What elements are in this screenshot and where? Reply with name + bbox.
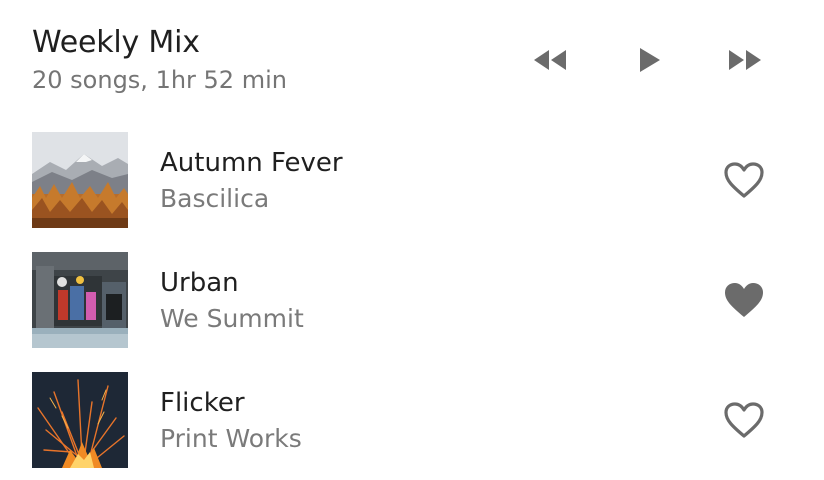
play-icon: [640, 48, 660, 72]
playlist-title: Weekly Mix: [32, 25, 200, 60]
fast-forward-icon: [729, 50, 761, 70]
track-title: Autumn Fever: [160, 148, 343, 178]
graffiti-building-artwork: [32, 252, 128, 348]
next-button[interactable]: [723, 42, 767, 78]
favorite-button[interactable]: [720, 276, 768, 324]
track-list: Autumn Fever Bascilica Urban We Summit F…: [0, 120, 824, 480]
favorite-button[interactable]: [720, 396, 768, 444]
heart-outline-icon: [724, 402, 764, 438]
heart-filled-icon: [725, 283, 763, 317]
mountain-forest-artwork: [32, 132, 128, 228]
track-artist: We Summit: [160, 304, 304, 333]
playback-controls: [528, 42, 778, 78]
play-button[interactable]: [628, 42, 672, 78]
favorite-button[interactable]: [720, 156, 768, 204]
track-row[interactable]: Flicker Print Works: [0, 360, 824, 480]
track-title: Urban: [160, 268, 239, 298]
track-row[interactable]: Urban We Summit: [0, 240, 824, 360]
track-row[interactable]: Autumn Fever Bascilica: [0, 120, 824, 240]
track-title: Flicker: [160, 388, 245, 418]
track-artist: Print Works: [160, 424, 302, 453]
heart-outline-icon: [724, 162, 764, 198]
playlist-header: Weekly Mix 20 songs, 1hr 52 min: [32, 24, 287, 97]
previous-button[interactable]: [528, 42, 572, 78]
playlist-summary: 20 songs, 1hr 52 min: [32, 66, 287, 94]
track-artist: Bascilica: [160, 184, 270, 213]
fire-sparks-artwork: [32, 372, 128, 468]
rewind-icon: [534, 50, 566, 70]
